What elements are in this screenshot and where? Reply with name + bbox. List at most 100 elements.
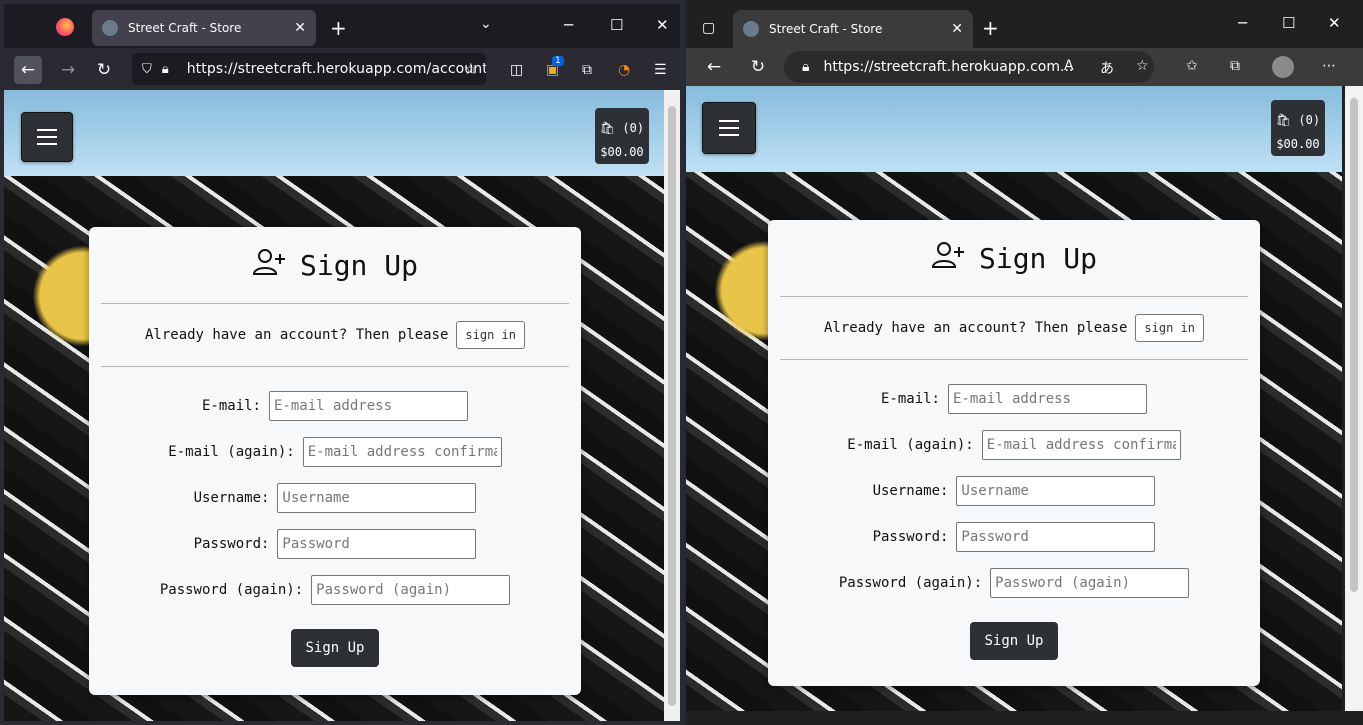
favorites-icon[interactable]: ✩ [1186, 58, 1198, 74]
new-tab-icon[interactable]: + [330, 16, 347, 40]
username-field[interactable] [956, 476, 1156, 506]
email-field[interactable] [269, 391, 468, 421]
addon-icon[interactable]: ◔ [618, 62, 630, 78]
firefox-window: Street Craft - Store ✕ + ⌄ ─ ☐ ✕ ← → ↻ ⛉… [0, 0, 684, 725]
username-row: Username: [89, 475, 581, 521]
close-window-icon[interactable]: ✕ [656, 16, 669, 34]
cart-button[interactable]: 🛍︎ (0) $00.00 [595, 108, 649, 164]
already-have-account: Already have an account? Then please sig… [89, 304, 581, 366]
password-field[interactable] [956, 522, 1156, 552]
cart-total: $00.00 [1276, 137, 1320, 151]
reload-button[interactable]: ↻ [744, 53, 772, 81]
profile-avatar[interactable] [1272, 56, 1294, 78]
email-confirm-label: E-mail (again): [847, 437, 974, 453]
email-row: E-mail: [89, 383, 581, 429]
tab-title: Street Craft - Store [128, 21, 242, 35]
email-confirm-field[interactable] [981, 430, 1181, 460]
forward-button[interactable]: → [54, 56, 82, 84]
scrollbar-thumb[interactable] [668, 106, 676, 706]
sign-up-submit-button[interactable]: Sign Up [970, 622, 1058, 660]
extension-badge: 1 [552, 56, 564, 66]
password-row: Password: [768, 514, 1260, 560]
page-title: Sign Up [978, 241, 1097, 275]
site-favicon-icon [743, 21, 759, 37]
password-confirm-row: Password (again): [89, 567, 581, 613]
cart-count: (0) [1298, 113, 1321, 127]
email-confirm-field[interactable] [302, 437, 502, 467]
url-text: https://streetcraft.herokuapp.com/accoun… [186, 61, 486, 77]
maximize-icon[interactable]: ☐ [1282, 14, 1295, 32]
read-aloud-icon[interactable]: A [1064, 58, 1074, 74]
password-confirm-label: Password (again): [838, 575, 983, 591]
password-row: Password: [89, 521, 581, 567]
lock-icon: 🔒︎ [161, 61, 169, 77]
firefox-tab[interactable]: Street Craft - Store ✕ [92, 10, 316, 46]
edge-tab-strip: ▢ Street Craft - Store ✕ + ─ ☐ ✕ [686, 0, 1363, 48]
email-confirm-row: E-mail (again): [768, 422, 1260, 468]
edge-tab[interactable]: Street Craft - Store ✕ [733, 10, 973, 48]
password-field[interactable] [277, 529, 477, 559]
site-header: 🛍︎ (0) $00.00 [686, 86, 1342, 172]
signup-form: E-mail: E-mail (again): Username: Passwo… [89, 367, 581, 667]
edge-window: ▢ Street Craft - Store ✕ + ─ ☐ ✕ ← ↻ 🔒︎ … [686, 0, 1363, 725]
already-text: Already have an account? Then please [144, 327, 449, 343]
menu-icon[interactable]: ☰ [654, 62, 667, 78]
close-tab-icon[interactable]: ✕ [294, 20, 306, 36]
address-bar[interactable]: ⛉ 🔒︎ https://streetcraft.herokuapp.com/a… [132, 53, 486, 85]
signup-card: Sign Up Already have an account? Then pl… [89, 227, 581, 695]
signup-card: Sign Up Already have an account? Then pl… [768, 220, 1260, 686]
sign-in-button[interactable]: sign in [1135, 314, 1204, 342]
sign-up-submit-button[interactable]: Sign Up [291, 629, 379, 667]
email-field[interactable] [948, 384, 1147, 414]
hamburger-menu-button[interactable] [21, 112, 73, 162]
username-field[interactable] [277, 483, 477, 513]
password-confirm-label: Password (again): [159, 582, 304, 598]
firefox-page: 🛍︎ (0) $00.00 Sign Up Already have an ac… [4, 90, 664, 721]
password-label: Password: [872, 529, 949, 545]
page-scrollbar[interactable] [1345, 86, 1363, 711]
hamburger-menu-button[interactable] [702, 102, 756, 154]
cart-button[interactable]: 🛍︎ (0) $00.00 [1271, 100, 1325, 156]
firefox-logo-icon [56, 18, 74, 36]
collections-icon[interactable]: ⧉ [1230, 58, 1240, 74]
minimize-icon[interactable]: ─ [564, 16, 573, 34]
close-tab-icon[interactable]: ✕ [951, 21, 963, 37]
scrollbar-thumb[interactable] [1350, 98, 1358, 592]
bookmark-star-icon[interactable]: ☆ [464, 59, 478, 78]
signup-form: E-mail: E-mail (again): Username: Passwo… [768, 360, 1260, 660]
page-scrollbar[interactable] [664, 90, 680, 721]
site-favicon-icon [102, 20, 118, 36]
password-confirm-row: Password (again): [768, 560, 1260, 606]
sign-in-button[interactable]: sign in [456, 321, 525, 349]
username-label: Username: [872, 483, 949, 499]
reload-button[interactable]: ↻ [90, 56, 118, 84]
maximize-icon[interactable]: ☐ [610, 16, 623, 34]
back-button[interactable]: ← [14, 56, 42, 84]
url-text: https://streetcraft.herokuapp.com... [823, 59, 1074, 75]
firefox-toolbar: ← → ↻ ⛉ 🔒︎ https://streetcraft.herokuapp… [4, 48, 680, 90]
translate-icon[interactable]: あ [1100, 58, 1114, 78]
add-favorite-icon[interactable]: ☆ [1136, 58, 1149, 74]
email-label: E-mail: [201, 398, 261, 414]
minimize-icon[interactable]: ─ [1238, 14, 1247, 32]
devtools-icon[interactable]: ⧉ [582, 62, 592, 78]
address-bar[interactable]: 🔒︎ https://streetcraft.herokuapp.com... [784, 51, 1154, 83]
email-confirm-row: E-mail (again): [89, 429, 581, 475]
edge-toolbar: ← ↻ 🔒︎ https://streetcraft.herokuapp.com… [686, 48, 1363, 86]
close-window-icon[interactable]: ✕ [1328, 14, 1341, 32]
cart-bag-icon: 🛍︎ [599, 121, 616, 135]
already-have-account: Already have an account? Then please sig… [768, 297, 1260, 359]
cart-total: $00.00 [600, 145, 644, 159]
shield-icon: ⛉ [142, 61, 152, 77]
chevron-down-icon[interactable]: ⌄ [480, 16, 492, 32]
pocket-icon[interactable]: ◫ [510, 62, 523, 78]
tab-actions-icon[interactable]: ▢ [702, 20, 715, 36]
tab-title: Street Craft - Store [769, 22, 883, 36]
email-confirm-label: E-mail (again): [168, 444, 295, 460]
password-confirm-field[interactable] [990, 568, 1190, 598]
back-button[interactable]: ← [700, 53, 728, 81]
more-options-icon[interactable]: ⋯ [1322, 58, 1336, 74]
new-tab-icon[interactable]: + [982, 16, 999, 40]
password-confirm-field[interactable] [311, 575, 511, 605]
user-plus-icon [252, 248, 286, 283]
